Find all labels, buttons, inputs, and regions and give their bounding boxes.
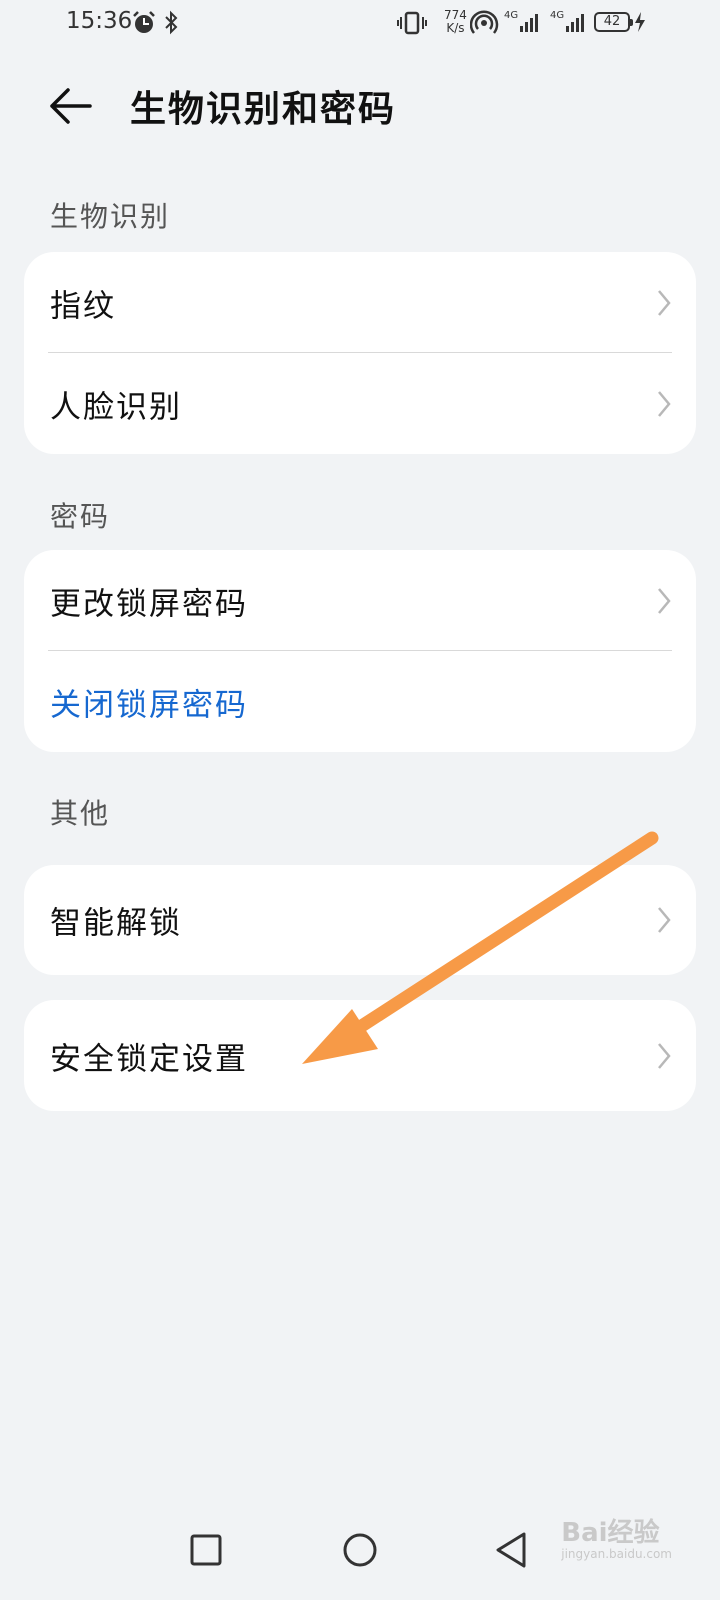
chevron-right-icon: [658, 587, 671, 614]
charging-icon: [635, 12, 645, 32]
chevron-right-icon: [658, 289, 671, 316]
net-speed: 774 K/s: [444, 9, 467, 35]
biometrics-card: 指纹 人脸识别: [24, 252, 696, 454]
page-title: 生物识别和密码: [130, 89, 397, 130]
section-label-biometrics: 生物识别: [50, 200, 171, 233]
section-label-other: 其他: [50, 797, 111, 830]
section-label-password: 密码: [50, 500, 111, 533]
fingerprint-label: 指纹: [50, 288, 116, 324]
recents-button[interactable]: [176, 1520, 236, 1580]
password-card: 更改锁屏密码 关闭锁屏密码: [24, 550, 696, 752]
smart-unlock-label: 智能解锁: [50, 905, 182, 942]
chevron-right-icon: [658, 390, 671, 417]
svg-text:4G: 4G: [550, 10, 564, 21]
disable-lock-password-item[interactable]: 关闭锁屏密码: [24, 651, 696, 752]
chevron-right-icon: [658, 907, 671, 933]
recents-square-icon: [190, 1534, 222, 1566]
header: 生物识别和密码: [0, 70, 720, 140]
back-arrow-icon: [50, 88, 92, 124]
status-bar: 15:36 774 K/s 4G 4G 42: [0, 0, 720, 48]
status-left-icons: [132, 10, 188, 40]
change-lock-password-label: 更改锁屏密码: [50, 586, 248, 622]
watermark-text: Bai经验: [561, 1518, 660, 1548]
home-circle-icon: [343, 1533, 377, 1567]
security-lock-settings-label: 安全锁定设置: [50, 1041, 248, 1077]
fingerprint-item[interactable]: 指纹: [24, 252, 696, 353]
back-triangle-icon: [496, 1532, 526, 1568]
vibrate-icon: [397, 11, 427, 35]
signal-4g-icon: 4G: [504, 10, 538, 32]
home-button[interactable]: [330, 1520, 390, 1580]
signal-4g-icon: 4G: [550, 10, 584, 32]
nav-back-button[interactable]: [482, 1520, 542, 1580]
watermark-sub: jingyan.baidu.com: [561, 1547, 672, 1561]
hotspot-icon: [470, 10, 499, 34]
net-speed-unit: K/s: [446, 21, 465, 35]
watermark: Bai经验 jingyan.baidu.com: [561, 1512, 672, 1561]
battery-icon: 42: [594, 12, 633, 32]
change-lock-password-item[interactable]: 更改锁屏密码: [24, 550, 696, 651]
disable-lock-password-label: 关闭锁屏密码: [50, 687, 248, 723]
security-lock-settings-item[interactable]: 安全锁定设置: [24, 1000, 696, 1111]
status-time: 15:36: [66, 8, 133, 34]
bluetooth-icon: [165, 10, 178, 35]
smart-unlock-card: 智能解锁: [24, 865, 696, 975]
back-button[interactable]: [46, 82, 94, 130]
security-lock-card: 安全锁定设置: [24, 1000, 696, 1111]
chevron-right-icon: [658, 1042, 671, 1069]
smart-unlock-item[interactable]: 智能解锁: [24, 865, 696, 975]
alarm-icon: [133, 11, 155, 33]
face-recognition-label: 人脸识别: [50, 389, 182, 425]
face-recognition-item[interactable]: 人脸识别: [24, 353, 696, 454]
svg-text:4G: 4G: [504, 10, 518, 21]
